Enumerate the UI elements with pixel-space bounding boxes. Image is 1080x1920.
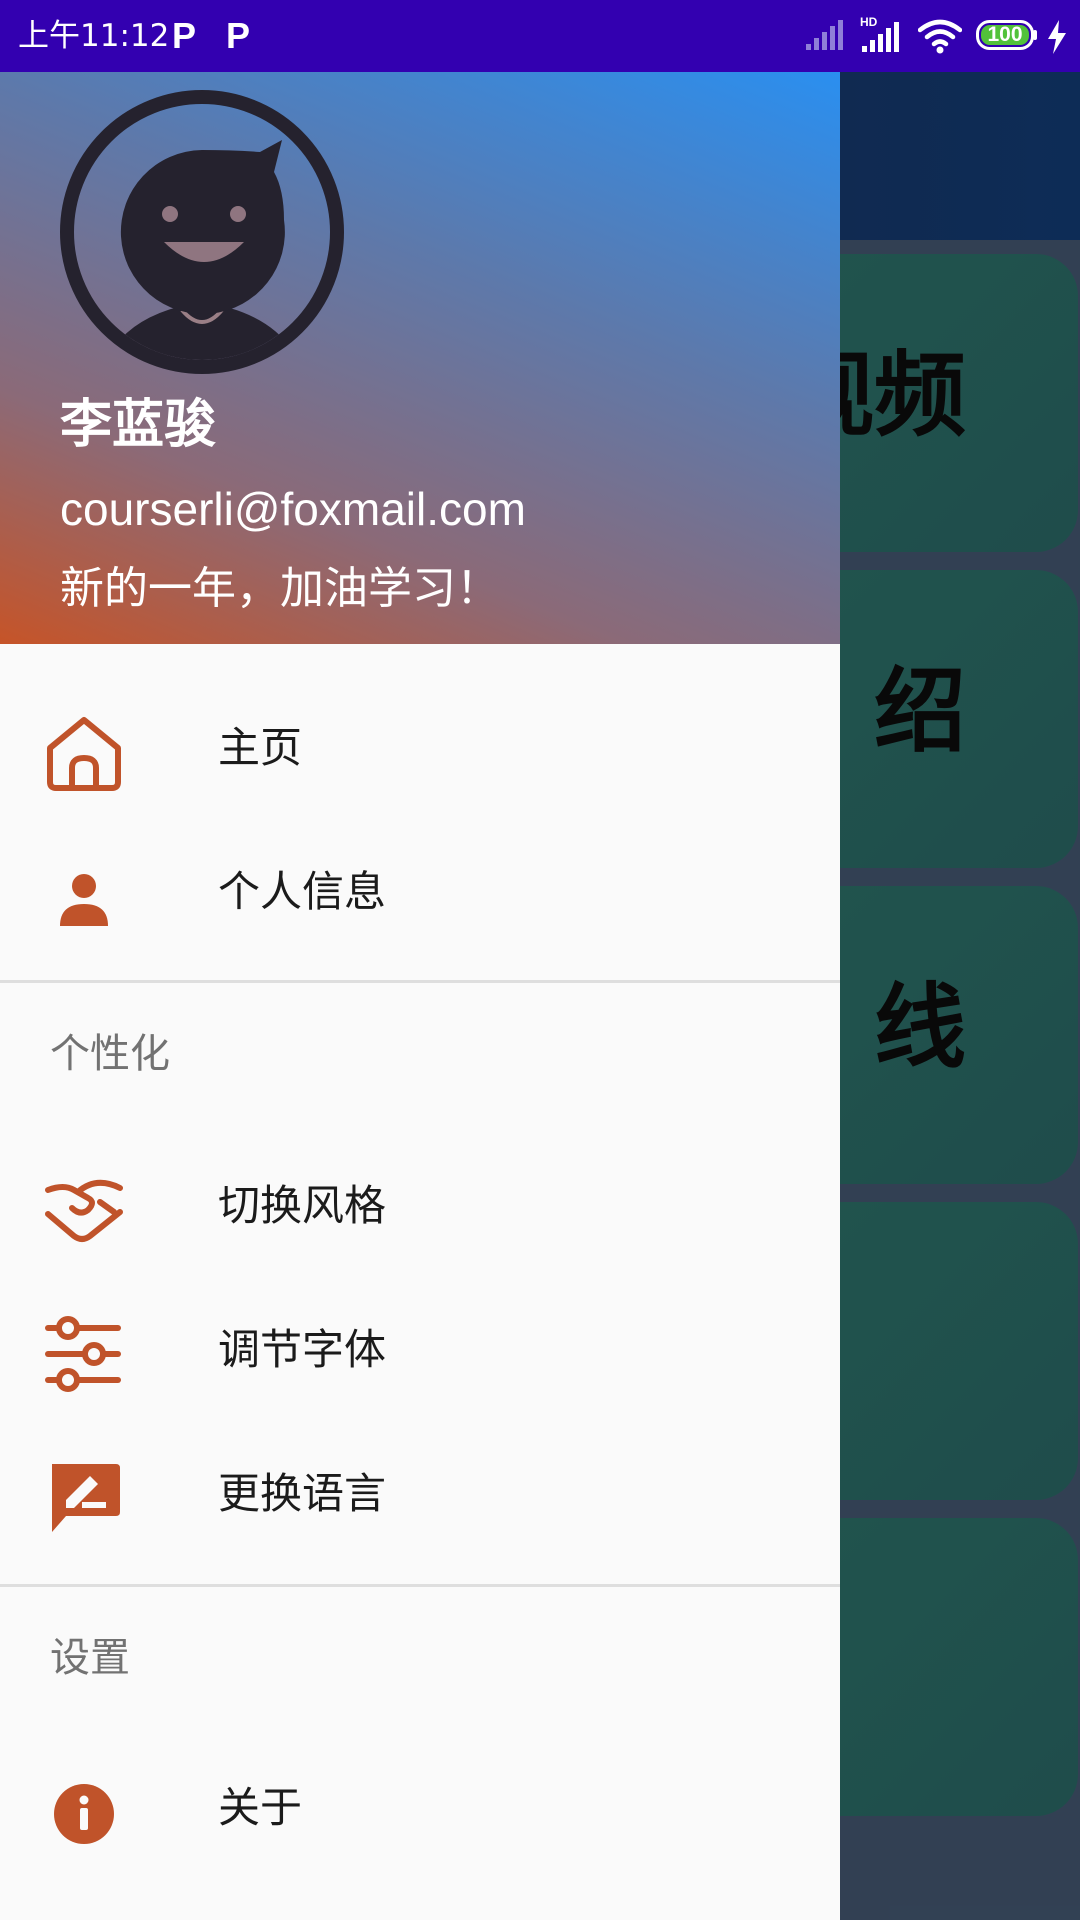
menu-item-label: 关于 xyxy=(218,1783,303,1832)
menu-item-switch-style[interactable]: 切换风格 xyxy=(0,1130,840,1274)
menu-item-about[interactable]: 关于 xyxy=(0,1732,840,1876)
status-bar: 上午11:12 P P HD 100 xyxy=(0,0,1080,72)
user-motto: 新的一年，加油学习！ xyxy=(60,563,500,614)
user-email: courserli@foxmail.com xyxy=(60,483,526,535)
wifi-icon xyxy=(918,19,962,54)
menu-item-language[interactable]: 更换语言 xyxy=(0,1418,840,1562)
menu-item-home[interactable]: 主页 xyxy=(0,672,840,816)
section-title-personalize: 个性化 xyxy=(50,1031,170,1077)
menu-item-label: 更换语言 xyxy=(218,1469,387,1518)
user-name: 李蓝骏 xyxy=(60,395,217,455)
home-icon xyxy=(47,717,121,791)
style-switch-icon xyxy=(45,1179,123,1242)
status-time: 上午11:12 xyxy=(18,18,170,54)
navigation-drawer: 李蓝骏 courserli@foxmail.com 新的一年，加油学习！ 主页 … xyxy=(0,72,840,1920)
svg-text:HD: HD xyxy=(860,16,878,29)
menu-item-label: 个人信息 xyxy=(218,867,387,916)
avatar[interactable] xyxy=(60,90,344,374)
charging-icon xyxy=(1048,20,1066,54)
section-divider xyxy=(0,980,840,983)
menu-item-label: 调节字体 xyxy=(218,1325,387,1374)
battery-icon: 100 xyxy=(976,20,1038,50)
hd-signal-icon: HD xyxy=(860,16,899,52)
drawer-header: 李蓝骏 courserli@foxmail.com 新的一年，加油学习！ xyxy=(0,72,840,644)
info-icon xyxy=(54,1784,114,1844)
menu-item-profile[interactable]: 个人信息 xyxy=(0,816,840,960)
p-notification-icon: P xyxy=(172,15,197,56)
signal-icon xyxy=(806,20,843,50)
section-title-settings: 设置 xyxy=(50,1635,130,1681)
person-icon xyxy=(60,874,108,926)
menu-item-font-size[interactable]: 调节字体 xyxy=(0,1274,840,1418)
sliders-icon xyxy=(45,1316,121,1392)
menu-item-label: 主页 xyxy=(218,723,303,772)
p-notification-icon: P xyxy=(226,15,251,56)
edit-comment-icon xyxy=(52,1464,120,1532)
section-divider xyxy=(0,1584,840,1587)
battery-level: 100 xyxy=(987,23,1023,46)
menu-item-label: 切换风格 xyxy=(218,1181,387,1230)
